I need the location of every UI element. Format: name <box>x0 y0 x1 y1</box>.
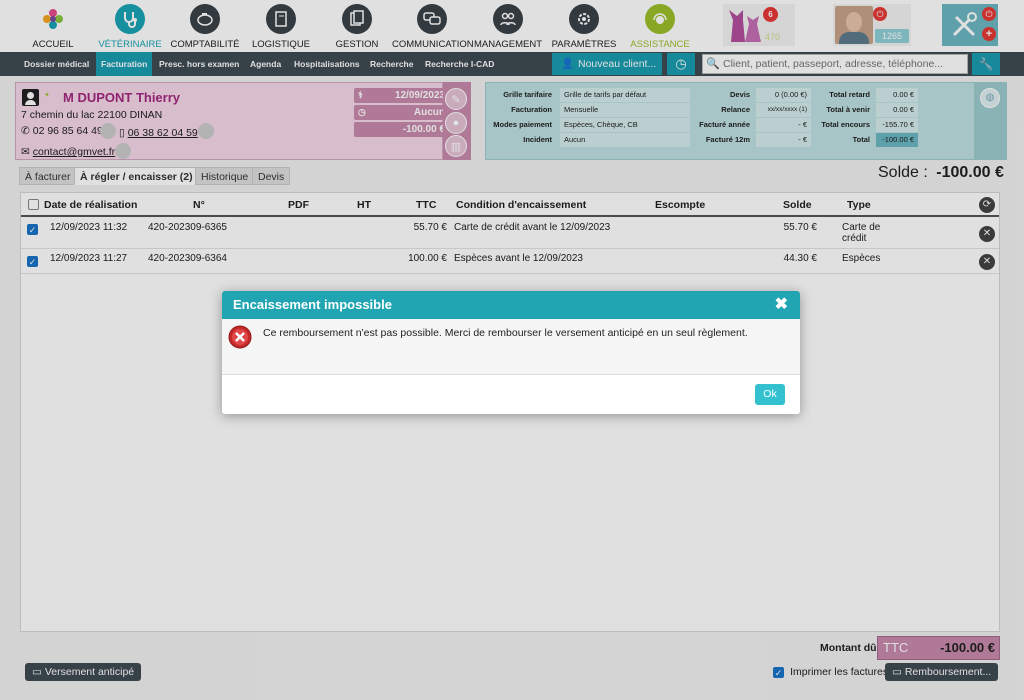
error-icon <box>228 325 252 349</box>
ok-button[interactable]: Ok <box>755 384 785 405</box>
dialog-message: Ce remboursement n'est pas possible. Mer… <box>263 327 748 339</box>
dialog-header: Encaissement impossible ✖ <box>222 291 800 319</box>
dialog-title: Encaissement impossible <box>233 297 392 312</box>
dialog-body: Ce remboursement n'est pas possible. Mer… <box>222 319 800 375</box>
dialog-footer: Ok <box>222 375 800 414</box>
error-dialog: Encaissement impossible ✖ Ce rembourseme… <box>222 291 800 414</box>
close-icon[interactable]: ✖ <box>775 291 788 319</box>
